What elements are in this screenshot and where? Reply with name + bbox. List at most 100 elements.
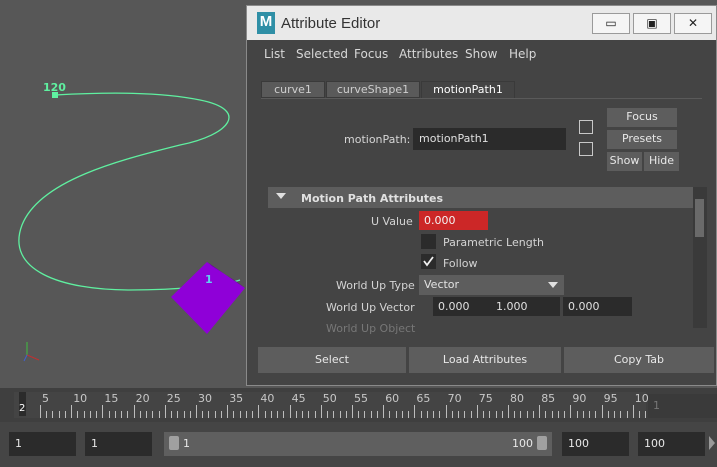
frame-tick [395, 411, 397, 418]
window-title: Attribute Editor [281, 15, 381, 32]
frame-tick-label: 60 [385, 392, 400, 405]
menu-show[interactable]: Show [465, 47, 497, 61]
frame-tick-label: 70 [447, 392, 462, 405]
range-slider[interactable]: 1 100 [164, 432, 552, 456]
frame-tick [64, 411, 66, 418]
close-button[interactable]: ✕ [674, 13, 712, 34]
tab-curve1[interactable]: curve1 [261, 81, 325, 98]
frame-tick [152, 411, 154, 418]
frame-tick [551, 411, 553, 418]
range-end-handle[interactable] [537, 436, 547, 450]
frame-tick [227, 405, 229, 418]
presets-button[interactable]: Presets [607, 130, 677, 149]
collapse-arrow-icon[interactable] [276, 193, 286, 199]
copy-tab-button[interactable]: Copy Tab [564, 347, 714, 373]
expand-arrow-icon[interactable] [709, 436, 715, 450]
frame-tick [439, 411, 441, 418]
frame-tick [589, 411, 591, 418]
axis-gizmo [23, 342, 40, 362]
frame-tick [183, 411, 185, 418]
menu-focus[interactable]: Focus [354, 47, 388, 61]
frame-tick [520, 411, 522, 418]
maya-logo-icon: M [257, 12, 275, 34]
frame-tick [189, 411, 191, 418]
tab-divider [261, 98, 702, 99]
frame-tick-label: 95 [603, 392, 618, 405]
animation-end-field[interactable]: 100 [638, 432, 705, 456]
world-up-type-label: World Up Type [336, 279, 415, 292]
output-connection-icon[interactable] [579, 142, 593, 156]
playback-end-field[interactable]: 100 [562, 432, 629, 456]
frame-tick-label: 90 [572, 392, 587, 405]
frame-tick [89, 411, 91, 418]
frame-tick [295, 411, 297, 418]
frame-tick [639, 411, 641, 418]
current-frame-indicator[interactable]: 2 [19, 392, 26, 416]
parametric-length-label: Parametric Length [443, 236, 545, 249]
world-up-type-select[interactable]: Vector [419, 275, 564, 295]
frame-tick-label: 30 [198, 392, 212, 405]
animation-start-field[interactable]: 1 [9, 432, 76, 456]
frame-tick [383, 405, 385, 418]
frame-tick [46, 411, 48, 418]
frame-tick [532, 411, 534, 418]
range-start-handle[interactable] [169, 436, 179, 450]
frame-tick [220, 411, 222, 418]
frame-tick [614, 411, 616, 418]
frame-tick [451, 411, 453, 418]
frame-tick [389, 411, 391, 418]
tab-curveshape1[interactable]: curveShape1 [326, 81, 420, 98]
focus-button[interactable]: Focus [607, 108, 677, 127]
frame-tick [376, 411, 378, 418]
frame-tick [333, 411, 335, 418]
show-button[interactable]: Show [607, 152, 642, 171]
frame-tick [352, 405, 353, 418]
frame-tick [576, 411, 578, 418]
parametric-length-checkbox[interactable] [421, 234, 436, 249]
world-up-vector-z[interactable]: 0.000 [563, 297, 632, 316]
u-value-field[interactable]: 0.000 [419, 211, 488, 230]
time-slider[interactable]: 5 10 15 20 25 30 35 40 45 50 55 60 65 70 75 80 85 90 95 100… [0, 388, 717, 422]
title-bar[interactable]: M Attribute Editor ▭ ▣ ✕ [247, 6, 716, 40]
frame-tick [358, 411, 360, 418]
frame-tick-label: 5 [42, 392, 49, 405]
menu-attributes[interactable]: Attributes [399, 47, 458, 61]
world-up-type-value: Vector [424, 278, 460, 291]
tab-motionpath1[interactable]: motionPath1 [421, 81, 515, 99]
menu-help[interactable]: Help [509, 47, 536, 61]
frame-tick [364, 411, 366, 418]
hide-button[interactable]: Hide [644, 152, 679, 171]
frame-tick [401, 411, 403, 418]
menu-list[interactable]: List [264, 47, 285, 61]
attribute-scrollbar[interactable] [693, 187, 707, 328]
frame-tick [539, 405, 541, 418]
frame-tick [489, 411, 491, 418]
input-connection-icon[interactable] [579, 120, 593, 134]
frame-tick [302, 411, 304, 418]
node-name-field[interactable]: motionPath1 [413, 128, 566, 150]
u-value-label: U Value [371, 215, 413, 228]
time-slider-track[interactable]: 5 10 15 20 25 30 35 40 45 50 55 60 65 70 75 80 85 90 95 100 [14, 392, 665, 418]
maya-window: 120 1 M Attribute Editor ▭ ▣ ✕ List Sele… [0, 0, 717, 467]
frame-tick-label: 75 [478, 392, 493, 405]
frame-tick [52, 411, 54, 418]
scrollbar-thumb[interactable] [695, 199, 704, 237]
current-time-field[interactable]: 1 [648, 394, 717, 418]
motion-path-section-header[interactable]: Motion Path Attributes [268, 187, 693, 208]
world-up-vector-y[interactable]: 1.000 [491, 297, 560, 316]
load-attributes-button[interactable]: Load Attributes [409, 347, 561, 373]
minimize-button[interactable]: ▭ [592, 13, 630, 34]
frame-tick [645, 411, 647, 418]
frame-tick-label: 55 [354, 392, 368, 405]
menu-selected[interactable]: Selected [296, 47, 348, 61]
frame-tick [314, 411, 316, 418]
motion-path-curve[interactable] [18, 92, 241, 291]
frame-tick [414, 405, 416, 418]
follow-checkbox[interactable] [421, 254, 436, 269]
select-button[interactable]: Select [258, 347, 406, 373]
frame-tick [108, 411, 110, 418]
maximize-button[interactable]: ▣ [633, 13, 671, 34]
frame-tick [564, 411, 566, 418]
frame-tick [133, 405, 135, 418]
playback-start-field[interactable]: 1 [85, 432, 152, 456]
